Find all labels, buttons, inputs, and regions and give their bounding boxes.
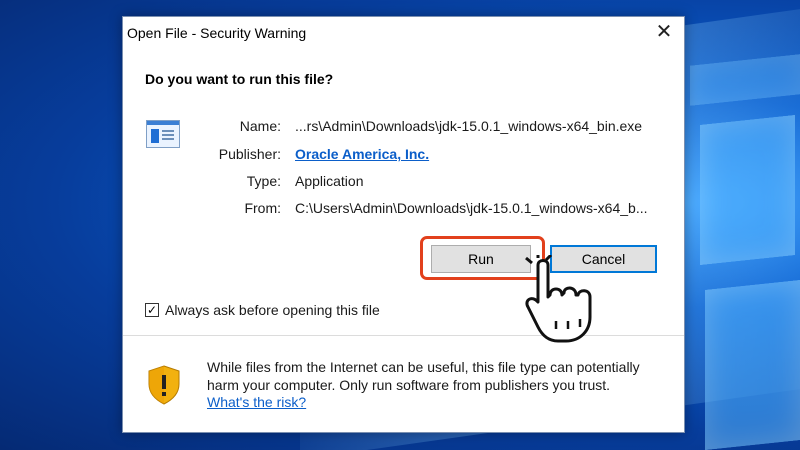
- tap-hand-icon: [525, 255, 592, 343]
- warning-text: While files from the Internet can be use…: [207, 359, 640, 393]
- security-warning-dialog: Open File - Security Warning ✕ Do you wa…: [122, 16, 685, 433]
- title-bar[interactable]: Open File - Security Warning ✕: [123, 17, 684, 49]
- type-value: Application: [295, 173, 364, 189]
- name-value: ...rs\Admin\Downloads\jdk-15.0.1_windows…: [295, 118, 643, 134]
- window-logo-pane: [700, 115, 795, 265]
- name-label: Name:: [239, 118, 281, 134]
- from-value: C:\Users\Admin\Downloads\jdk-15.0.1_wind…: [295, 200, 648, 216]
- always-ask-checkbox[interactable]: ✓: [145, 303, 159, 317]
- type-label: Type:: [246, 173, 281, 189]
- publisher-label: Publisher:: [218, 146, 281, 162]
- window-logo-pane: [705, 280, 800, 450]
- question-heading: Do you want to run this file?: [145, 71, 334, 87]
- close-icon: ✕: [655, 21, 673, 43]
- always-ask-label[interactable]: Always ask before opening this file: [165, 302, 380, 318]
- publisher-link[interactable]: Oracle America, Inc.: [295, 146, 429, 162]
- dialog-title: Open File - Security Warning: [127, 25, 307, 41]
- close-button[interactable]: ✕: [644, 17, 684, 49]
- whats-the-risk-link[interactable]: What's the risk?: [207, 394, 306, 410]
- shield-warning-icon: [148, 365, 180, 405]
- from-label: From:: [244, 200, 281, 216]
- run-button[interactable]: Run: [431, 245, 531, 273]
